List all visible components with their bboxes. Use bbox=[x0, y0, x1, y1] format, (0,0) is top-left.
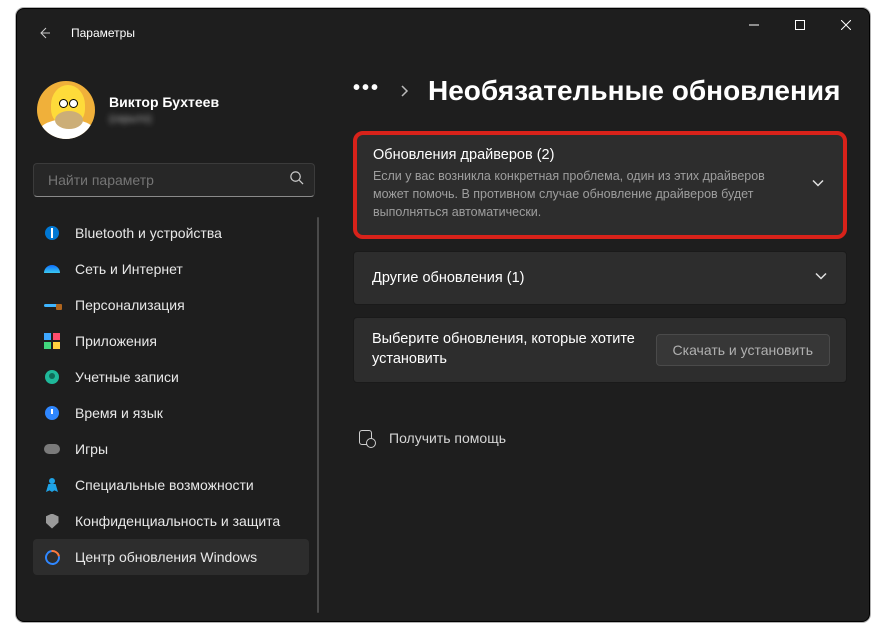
download-install-button[interactable]: Скачать и установить bbox=[656, 334, 830, 366]
nav-label: Приложения bbox=[75, 333, 157, 349]
search-input[interactable] bbox=[46, 171, 278, 189]
nav-label: Время и язык bbox=[75, 405, 163, 421]
chevron-right-icon bbox=[398, 81, 410, 102]
sidebar: Виктор Бухтеев (скрыто) Bluetooth и устр… bbox=[17, 57, 319, 621]
profile-name: Виктор Бухтеев bbox=[109, 94, 219, 111]
brush-icon bbox=[43, 296, 61, 314]
nav-label: Сеть и Интернет bbox=[75, 261, 183, 277]
nav-privacy[interactable]: Конфиденциальность и защита bbox=[33, 503, 309, 539]
nav-bluetooth[interactable]: Bluetooth и устройства bbox=[33, 215, 309, 251]
action-text: Выберите обновления, которые хотите уста… bbox=[372, 330, 652, 369]
shield-icon bbox=[43, 512, 61, 530]
nav-label: Конфиденциальность и защита bbox=[75, 513, 280, 529]
close-button[interactable] bbox=[823, 9, 869, 41]
chevron-down-icon bbox=[811, 176, 825, 195]
main-content: ••• Необязательные обновления Обновления… bbox=[319, 57, 869, 621]
nav-accessibility[interactable]: Специальные возможности bbox=[33, 467, 309, 503]
nav-label: Bluetooth и устройства bbox=[75, 225, 222, 241]
nav-label: Центр обновления Windows bbox=[75, 549, 257, 565]
update-icon bbox=[43, 548, 61, 566]
profile-block[interactable]: Виктор Бухтеев (скрыто) bbox=[33, 61, 315, 159]
help-icon bbox=[357, 429, 375, 447]
breadcrumb: ••• Необязательные обновления bbox=[353, 75, 847, 107]
page-title: Необязательные обновления bbox=[428, 75, 840, 107]
nav-label: Специальные возможности bbox=[75, 477, 254, 493]
gamepad-icon bbox=[43, 440, 61, 458]
search-icon bbox=[289, 170, 304, 190]
get-help-link[interactable]: Получить помощь bbox=[353, 429, 847, 447]
maximize-button[interactable] bbox=[777, 9, 823, 41]
back-button[interactable] bbox=[25, 13, 65, 53]
chevron-down-icon bbox=[814, 269, 828, 288]
nav-accounts[interactable]: Учетные записи bbox=[33, 359, 309, 395]
nav: Bluetooth и устройства Сеть и Интернет П… bbox=[33, 215, 315, 575]
network-icon bbox=[43, 260, 61, 278]
driver-updates-card[interactable]: Обновления драйверов (2) Если у вас возн… bbox=[353, 131, 847, 239]
window-controls bbox=[731, 9, 869, 41]
card-title: Другие обновления (1) bbox=[372, 270, 794, 286]
settings-window: Параметры Виктор Бухтеев (скрыто) bbox=[16, 8, 870, 622]
card-subtitle: Если у вас возникла конкретная проблема,… bbox=[373, 167, 791, 221]
accessibility-icon bbox=[43, 476, 61, 494]
nav-windows-update[interactable]: Центр обновления Windows bbox=[33, 539, 309, 575]
nav-apps[interactable]: Приложения bbox=[33, 323, 309, 359]
minimize-button[interactable] bbox=[731, 9, 777, 41]
other-updates-card[interactable]: Другие обновления (1) bbox=[353, 251, 847, 305]
nav-label: Учетные записи bbox=[75, 369, 179, 385]
breadcrumb-ellipsis[interactable]: ••• bbox=[353, 77, 380, 106]
install-action-card: Выберите обновления, которые хотите уста… bbox=[353, 317, 847, 382]
search-box[interactable] bbox=[33, 163, 315, 197]
apps-icon bbox=[43, 332, 61, 350]
bluetooth-icon bbox=[43, 224, 61, 242]
nav-label: Персонализация bbox=[75, 297, 185, 313]
card-title: Обновления драйверов (2) bbox=[373, 147, 791, 163]
nav-gaming[interactable]: Игры bbox=[33, 431, 309, 467]
clock-icon bbox=[43, 404, 61, 422]
nav-network[interactable]: Сеть и Интернет bbox=[33, 251, 309, 287]
profile-email: (скрыто) bbox=[109, 113, 219, 126]
nav-time-lang[interactable]: Время и язык bbox=[33, 395, 309, 431]
help-label: Получить помощь bbox=[389, 430, 506, 446]
account-icon bbox=[43, 368, 61, 386]
avatar bbox=[37, 81, 95, 139]
nav-label: Игры bbox=[75, 441, 108, 457]
titlebar: Параметры bbox=[17, 9, 869, 57]
window-title: Параметры bbox=[71, 26, 135, 40]
nav-personalization[interactable]: Персонализация bbox=[33, 287, 309, 323]
